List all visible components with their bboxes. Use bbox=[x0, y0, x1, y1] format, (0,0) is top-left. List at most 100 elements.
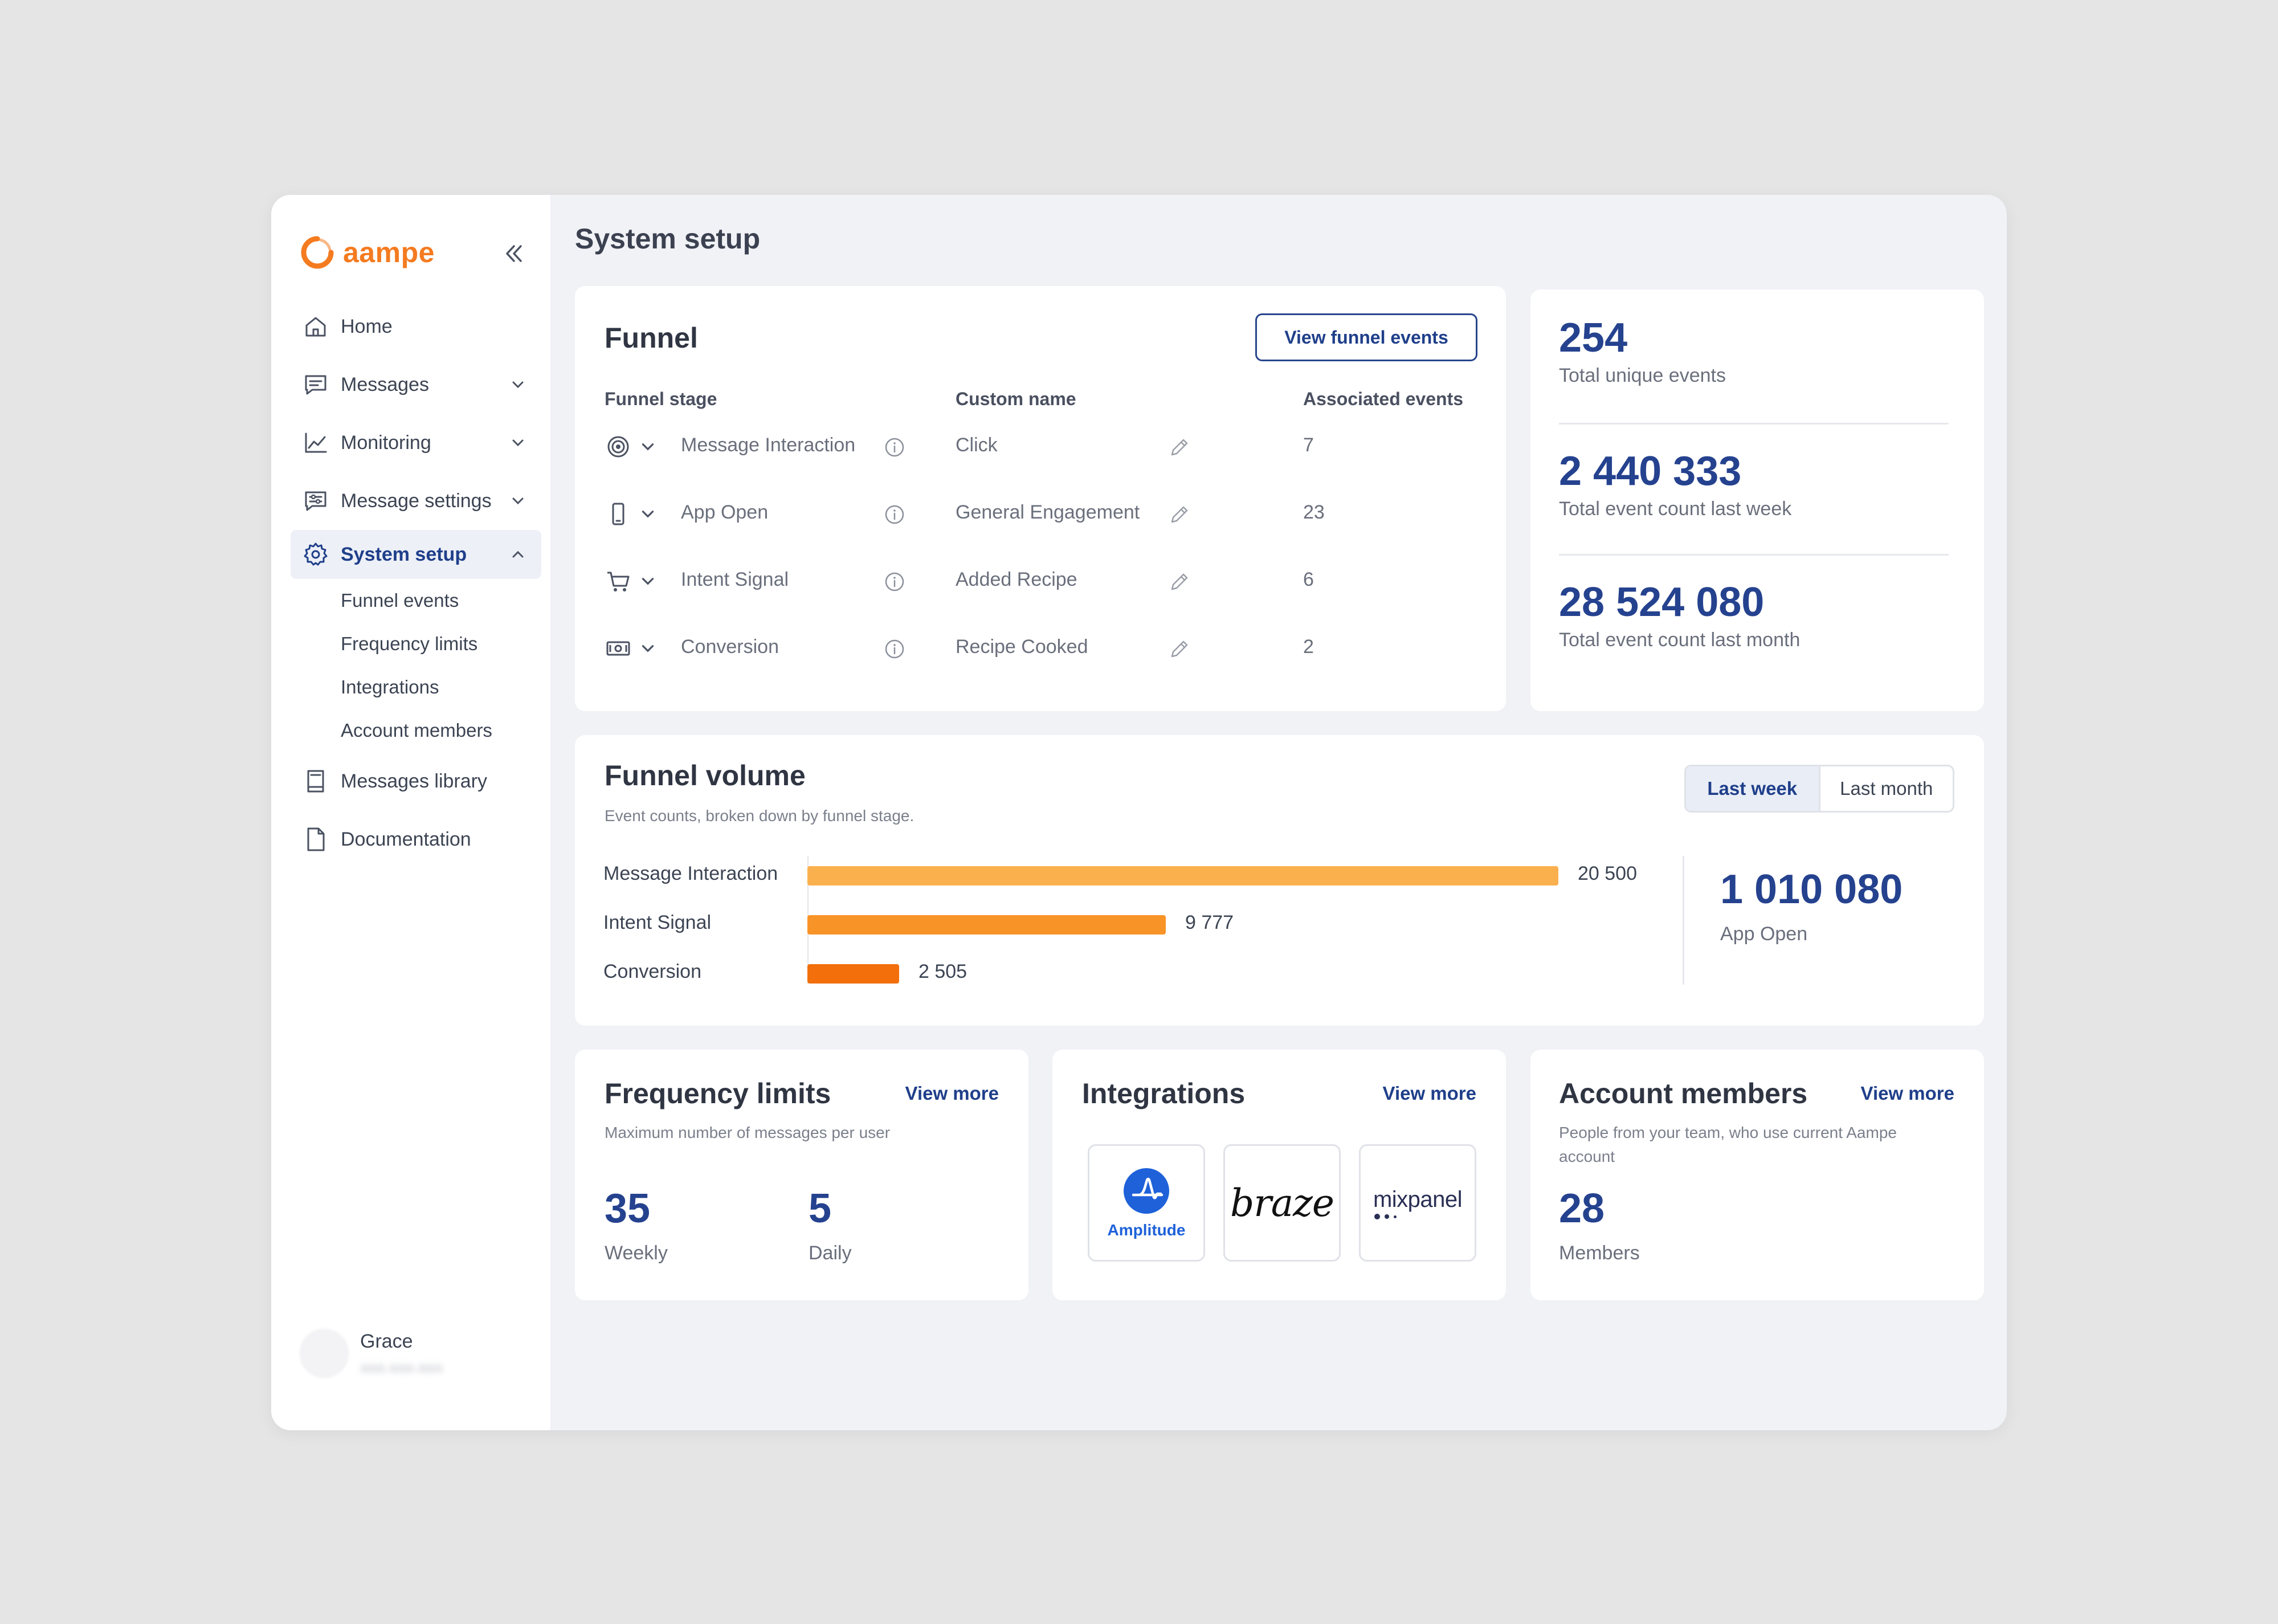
view-more-link[interactable]: View more bbox=[1383, 1083, 1476, 1104]
sidebar-item-label: System setup bbox=[341, 543, 467, 565]
sidebar-nav: Home Messages Monitoring Message setting… bbox=[291, 297, 541, 868]
info-icon[interactable] bbox=[884, 638, 905, 660]
funnel-row: App Open General Engagement 23 bbox=[575, 491, 1506, 537]
integration-tile-braze[interactable]: braze bbox=[1223, 1144, 1341, 1262]
info-icon[interactable] bbox=[884, 504, 905, 525]
document-icon bbox=[302, 826, 329, 853]
stage-name: Message Interaction bbox=[681, 434, 856, 456]
sidebar-item-messages-library[interactable]: Messages library bbox=[291, 752, 541, 810]
chevron-down-icon[interactable] bbox=[509, 376, 526, 393]
integration-tile-amplitude[interactable]: Amplitude bbox=[1088, 1144, 1205, 1262]
sidebar-item-documentation[interactable]: Documentation bbox=[291, 810, 541, 868]
sidebar-subitem-funnel-events[interactable]: Funnel events bbox=[291, 579, 541, 622]
daily-limit-value: 5 bbox=[809, 1186, 832, 1231]
toggle-last-month[interactable]: Last month bbox=[1820, 766, 1953, 811]
bar[interactable] bbox=[807, 964, 899, 984]
stat-value: 2 440 333 bbox=[1559, 448, 1742, 494]
chevron-up-icon[interactable] bbox=[509, 546, 526, 563]
divider bbox=[1559, 554, 1949, 556]
column-header-stage: Funnel stage bbox=[605, 389, 717, 409]
sidebar-subitem-account-members[interactable]: Account members bbox=[291, 709, 541, 752]
custom-name: Added Recipe bbox=[956, 569, 1077, 590]
chevron-down-icon[interactable] bbox=[639, 505, 657, 523]
bar-value-label: 9 777 bbox=[1185, 912, 1234, 933]
funnel-card: Funnel View funnel events Funnel stage C… bbox=[575, 286, 1506, 711]
sidebar-item-label: Monitoring bbox=[341, 431, 431, 454]
bar-category-label: Message Interaction bbox=[603, 863, 778, 884]
collapse-sidebar-icon[interactable] bbox=[499, 239, 528, 268]
view-more-link[interactable]: View more bbox=[1861, 1083, 1954, 1104]
stat-label: App Open bbox=[1720, 923, 1808, 945]
sidebar-item-monitoring[interactable]: Monitoring bbox=[291, 414, 541, 472]
associated-events-count: 23 bbox=[1303, 501, 1325, 523]
integrations-title: Integrations bbox=[1082, 1078, 1246, 1109]
stat-label: Total event count last month bbox=[1559, 629, 1801, 651]
aampe-logo-icon bbox=[301, 236, 334, 269]
message-settings-icon bbox=[302, 487, 329, 515]
frequency-limits-title: Frequency limits bbox=[605, 1078, 831, 1109]
sidebar-subitem-integrations[interactable]: Integrations bbox=[291, 666, 541, 709]
avatar[interactable] bbox=[300, 1329, 349, 1378]
bar[interactable] bbox=[807, 866, 1558, 886]
funnel-row: Message Interaction Click 7 bbox=[575, 424, 1506, 470]
members-label: Members bbox=[1559, 1242, 1640, 1264]
frequency-limits-card: Frequency limits View more Maximum numbe… bbox=[575, 1050, 1028, 1300]
bar-row: Conversion 2 505 bbox=[603, 955, 1686, 989]
chevron-down-icon[interactable] bbox=[639, 572, 657, 590]
stat-value: 1 010 080 bbox=[1720, 867, 1903, 912]
chevron-down-icon[interactable] bbox=[509, 434, 526, 451]
chevron-down-icon[interactable] bbox=[509, 492, 526, 509]
bar-row: Message Interaction 20 500 bbox=[603, 857, 1686, 891]
sidebar-item-messages[interactable]: Messages bbox=[291, 356, 541, 414]
members-count: 28 bbox=[1559, 1186, 1605, 1231]
chart-line-icon bbox=[302, 429, 329, 456]
weekly-limit-label: Weekly bbox=[605, 1242, 668, 1264]
bar[interactable] bbox=[807, 915, 1166, 935]
sidebar-subitem-frequency-limits[interactable]: Frequency limits bbox=[291, 622, 541, 666]
pencil-icon[interactable] bbox=[1167, 503, 1191, 527]
pencil-icon[interactable] bbox=[1167, 637, 1191, 661]
user-profile[interactable]: Grace aaa.aaa.aaa bbox=[300, 1329, 443, 1378]
page-title: System setup bbox=[575, 223, 761, 255]
bar-value-label: 2 505 bbox=[918, 961, 967, 982]
user-name: Grace bbox=[360, 1331, 413, 1352]
stat-label: Total unique events bbox=[1559, 365, 1726, 386]
account-members-subtitle-line2: account bbox=[1559, 1148, 1615, 1165]
sidebar-item-label: Message settings bbox=[341, 489, 492, 512]
amplitude-logo bbox=[1124, 1168, 1169, 1214]
info-icon[interactable] bbox=[884, 436, 905, 458]
account-members-title: Account members bbox=[1559, 1078, 1808, 1109]
toggle-last-week[interactable]: Last week bbox=[1686, 766, 1820, 811]
sidebar-item-home[interactable]: Home bbox=[291, 297, 541, 356]
cart-icon[interactable] bbox=[605, 568, 632, 595]
sidebar-item-label: Messages library bbox=[341, 770, 487, 792]
event-stats-card: 254 Total unique events 2 440 333 Total … bbox=[1530, 289, 1984, 711]
aampe-logo[interactable]: aampe bbox=[300, 235, 435, 270]
sidebar-item-system-setup[interactable]: System setup bbox=[291, 530, 541, 579]
logo-text: aampe bbox=[343, 236, 435, 268]
pencil-icon[interactable] bbox=[1167, 570, 1191, 594]
sidebar-item-message-settings[interactable]: Message settings bbox=[291, 472, 541, 530]
view-funnel-events-button[interactable]: View funnel events bbox=[1255, 313, 1477, 361]
chevron-down-icon[interactable] bbox=[639, 438, 657, 456]
custom-name: Recipe Cooked bbox=[956, 636, 1088, 658]
chevron-down-icon[interactable] bbox=[639, 639, 657, 658]
daily-limit-label: Daily bbox=[809, 1242, 852, 1264]
account-members-card: Account members View more People from yo… bbox=[1530, 1050, 1984, 1300]
user-email: aaa.aaa.aaa bbox=[360, 1358, 443, 1376]
phone-icon[interactable] bbox=[605, 500, 632, 528]
integration-tile-mixpanel[interactable]: mixpanel bbox=[1359, 1144, 1476, 1262]
app-window: aampe Home Messages Monitoring Message s… bbox=[271, 195, 2007, 1430]
stat-total-event-count-last-month: 28 524 080 Total event count last month bbox=[1559, 579, 1800, 651]
view-more-link[interactable]: View more bbox=[905, 1083, 999, 1104]
info-icon[interactable] bbox=[884, 571, 905, 593]
stat-total-unique-events: 254 Total unique events bbox=[1559, 315, 1726, 387]
cash-icon[interactable] bbox=[605, 635, 632, 662]
funnel-title: Funnel bbox=[605, 322, 698, 354]
pencil-icon[interactable] bbox=[1167, 435, 1191, 459]
target-icon[interactable] bbox=[605, 433, 632, 460]
stage-name: Intent Signal bbox=[681, 569, 789, 590]
funnel-volume-card: Funnel volume Event counts, broken down … bbox=[575, 735, 1984, 1026]
stat-value: 28 524 080 bbox=[1559, 580, 1765, 625]
divider bbox=[1683, 856, 1684, 985]
